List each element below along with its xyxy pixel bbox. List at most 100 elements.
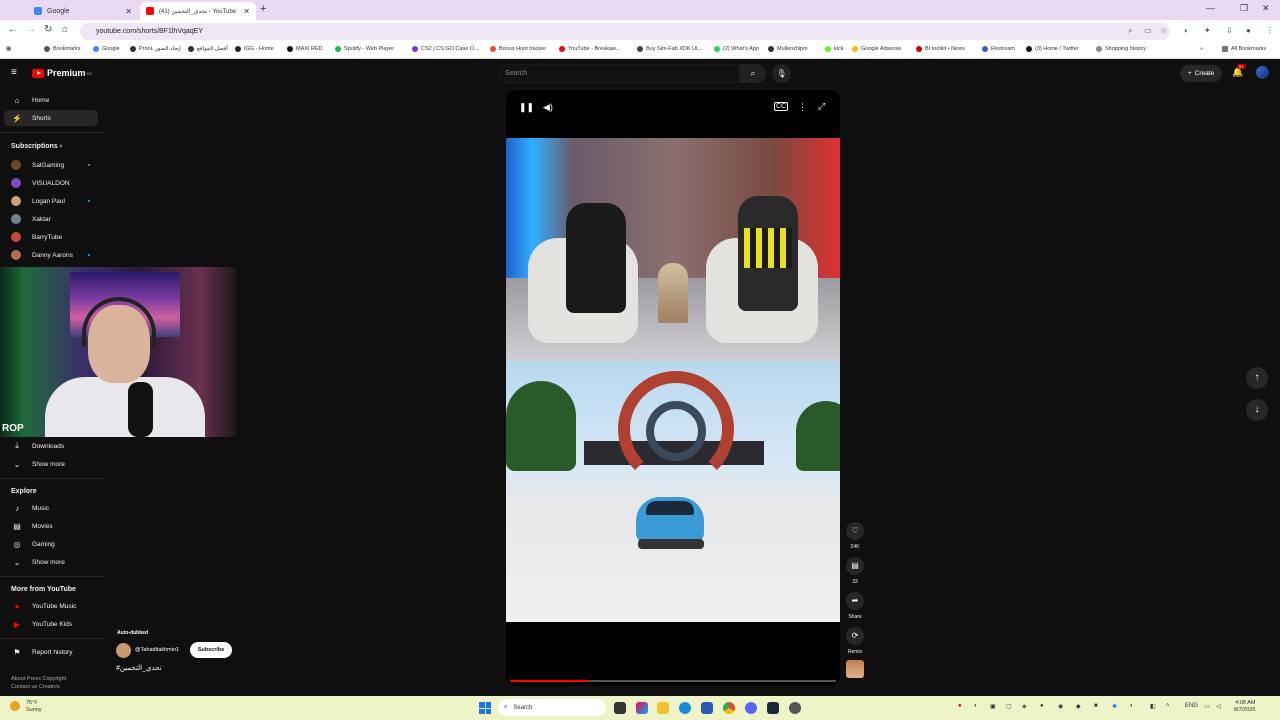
channel-name[interactable]: @Tahaditakhmin1	[135, 647, 179, 653]
minimize-icon[interactable]: —	[1206, 3, 1215, 13]
sidebar-item-youtube-kids[interactable]: ▶ YouTube Kids	[4, 616, 98, 632]
close-tab-icon[interactable]: ✕	[125, 7, 132, 16]
bookmark-item[interactable]: أفضل المواقع	[188, 46, 228, 52]
more-options-icon[interactable]: ⋮	[798, 102, 807, 113]
settings-icon[interactable]	[789, 702, 801, 714]
bookmark-item[interactable]: Spotify - Web Player	[335, 46, 394, 52]
edge-icon[interactable]	[679, 702, 691, 714]
footer-links-row[interactable]: About Press Copyright	[11, 675, 66, 683]
url-bar[interactable]: youtube.com/shorts/BF1lhVqaqEY	[80, 23, 1170, 40]
create-button[interactable]: + Create	[1180, 65, 1222, 82]
bookmark-item[interactable]: BI toolkit • News	[916, 46, 965, 52]
tray-app-icon[interactable]: ◐	[974, 703, 978, 709]
forward-icon[interactable]: →	[26, 24, 36, 35]
bluetooth-icon[interactable]: ✱	[1112, 703, 1117, 710]
chrome-icon[interactable]	[723, 702, 735, 714]
tray-app-icon[interactable]: ▢	[1006, 703, 1012, 710]
subscribe-button[interactable]: Subscribe	[190, 642, 232, 658]
bookmark-item[interactable]: ProoL إيجاد الصور	[130, 46, 181, 52]
sidebar-item-subscription[interactable]: Logan Paul	[4, 193, 98, 209]
previous-short-button[interactable]: ↑	[1246, 367, 1268, 389]
bookmark-item[interactable]: YouTube - Breakaw...	[559, 46, 620, 52]
bookmark-item[interactable]: Buy Sim-Fab XDK Ul...	[637, 46, 702, 52]
bookmark-item[interactable]: Google Adsense	[852, 46, 901, 52]
tray-app-icon[interactable]: ●	[958, 703, 962, 709]
bookmark-item[interactable]: kick	[825, 46, 843, 52]
comment-action[interactable]: ▤ 33	[845, 557, 865, 585]
new-tab-button[interactable]: +	[260, 3, 266, 15]
tab-youtube[interactable]: (41) تحدي_التخمين - YouTube ✕	[140, 2, 256, 20]
shorts-player[interactable]: ❚❚ ◀) CC ⋮ ⤢	[506, 90, 840, 686]
pause-icon[interactable]: ❚❚	[519, 102, 534, 113]
sidebar-show-more-explore[interactable]: ⌄ Show more	[4, 554, 98, 570]
sidebar-item-gaming[interactable]: ◎ Gaming	[4, 536, 98, 552]
share-action[interactable]: ➦ Share	[845, 592, 865, 620]
sidebar-show-more[interactable]: ⌄ Show more	[4, 456, 98, 472]
bookmark-item[interactable]: Bonus Hunt tracker	[490, 46, 546, 52]
bookmark-item[interactable]: CS2 | CS:GO Case O...	[412, 46, 479, 52]
account-avatar[interactable]	[1256, 66, 1269, 79]
tray-app-icon[interactable]: ◆	[1076, 703, 1081, 710]
sidebar-item-report-history[interactable]: ⚑ Report history	[4, 644, 98, 660]
tray-app-icon[interactable]: ◈	[1022, 703, 1027, 710]
comment-icon[interactable]: ▤	[846, 557, 864, 575]
share-icon[interactable]: ➦	[846, 592, 864, 610]
bookmark-item[interactable]: MAXI RED	[287, 46, 323, 52]
language-indicator[interactable]: ENG	[1185, 703, 1198, 709]
fullscreen-icon[interactable]: ⤢	[818, 101, 825, 112]
windows-start-icon[interactable]	[479, 702, 491, 714]
downloads-icon[interactable]: ⇩	[1226, 26, 1233, 35]
bookmark-star-icon[interactable]: ☆	[1160, 26, 1167, 35]
voice-search-button[interactable]: 🎙	[772, 64, 791, 83]
remix-icon[interactable]: ⟳	[846, 627, 864, 645]
next-short-button[interactable]: ↓	[1246, 399, 1268, 421]
bookmark-item[interactable]: Google	[93, 46, 120, 52]
bookmark-item[interactable]: Bookmarks	[44, 46, 81, 52]
task-view-icon[interactable]	[614, 702, 626, 714]
sidebar-item-music[interactable]: ♪ Music	[4, 500, 98, 516]
tray-app-icon[interactable]: ◧	[1150, 703, 1156, 710]
bookmark-item[interactable]: (2) What's App	[714, 46, 759, 52]
zoom-icon[interactable]: ⌕	[1128, 26, 1132, 36]
youtube-premium-logo[interactable]: Premium MT	[32, 68, 92, 78]
discord-icon[interactable]	[745, 702, 757, 714]
audio-source-thumbnail[interactable]	[846, 660, 864, 678]
bookmark-item[interactable]: Restream	[982, 46, 1015, 52]
bookmark-item[interactable]: Shopping history	[1096, 46, 1146, 52]
cast-icon[interactable]: ▭	[1144, 26, 1152, 35]
volume-icon[interactable]: ◀)	[543, 102, 553, 113]
bookmark-item[interactable]: IGG - Home	[235, 46, 274, 52]
tray-app-icon[interactable]: ◉	[1058, 703, 1063, 710]
bookmark-item[interactable]: MullenzNpm	[768, 46, 808, 52]
sidebar-item-subscription[interactable]: VISUALDON	[4, 175, 98, 191]
system-clock[interactable]: 4:08 AM 8/7/2025	[1234, 700, 1255, 714]
short-caption[interactable]: #تحدي_التخمين	[116, 664, 162, 672]
subscriptions-heading[interactable]: Subscriptions ›	[11, 143, 62, 150]
captions-icon[interactable]: CC	[774, 102, 789, 111]
reload-icon[interactable]: ↻	[44, 24, 52, 35]
file-explorer-icon[interactable]	[657, 702, 669, 714]
like-icon[interactable]: ♡	[846, 522, 864, 540]
tray-app-icon[interactable]: ▣	[990, 703, 996, 710]
more-bookmarks-icon[interactable]: »	[1200, 46, 1203, 52]
taskbar-search[interactable]: ⌕ Search	[498, 699, 606, 716]
extension-icon[interactable]: ◐	[1184, 26, 1189, 35]
weather-widget[interactable]: 75°F Sunny	[10, 700, 42, 714]
search-input[interactable]: Search	[498, 64, 740, 83]
chevron-up-icon[interactable]: ˄	[1166, 703, 1170, 709]
bookmark-item[interactable]: (3) Home / Twitter	[1026, 46, 1079, 52]
search-button[interactable]: ⌕	[740, 64, 766, 83]
sidebar-item-subscription[interactable]: Xaktar	[4, 211, 98, 227]
footer-links-row[interactable]: Contact us Creators	[11, 683, 66, 691]
sidebar-item-home[interactable]: ⌂ Home	[4, 92, 98, 108]
close-window-icon[interactable]: ✕	[1262, 3, 1270, 14]
tray-app-icon[interactable]: ●	[1040, 703, 1044, 709]
sidebar-item-movies[interactable]: ▤ Movies	[4, 518, 98, 534]
like-action[interactable]: ♡ 24K	[845, 522, 865, 550]
remix-action[interactable]: ⟳ Remix	[845, 627, 865, 655]
home-icon[interactable]: ⌂	[62, 24, 68, 35]
sidebar-item-subscription[interactable]: BarryTube	[4, 229, 98, 245]
video-progress-bar[interactable]	[510, 680, 836, 682]
store-icon[interactable]	[701, 702, 713, 714]
tab-google[interactable]: Google ✕	[28, 2, 138, 20]
